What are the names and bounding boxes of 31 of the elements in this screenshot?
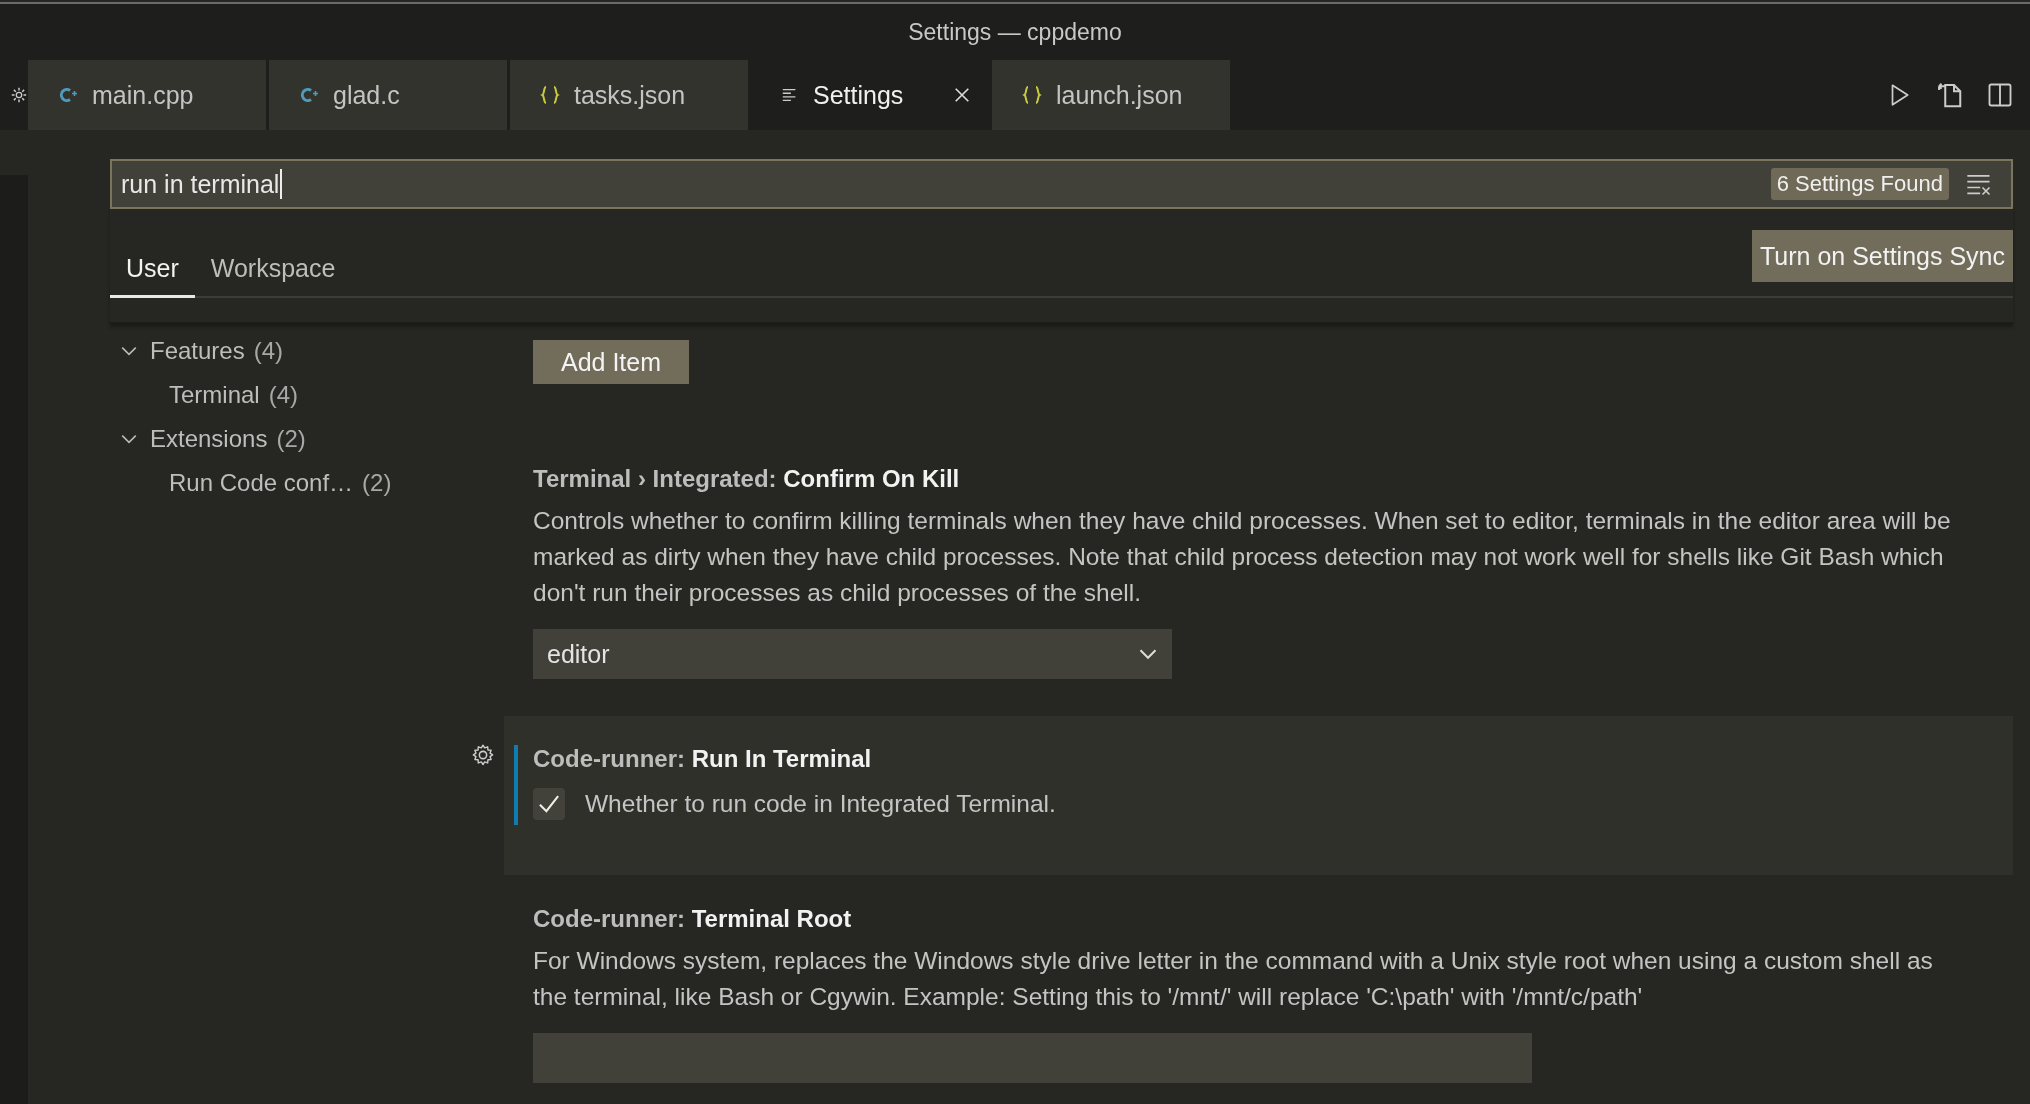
setting-description: Controls whether to confirm killing terminals when they have child processes. When set to editor, terminals in the editor area will be marked as dirty when they have child processes. Note that child process detection may not work well for shells like Git Bash which don't run their processes as child processes of the shell. <box>533 506 1952 608</box>
split-editor-icon[interactable] <box>1986 81 2014 109</box>
editor-tab[interactable]: main.cpp <box>28 60 266 130</box>
c-plus-plus-icon <box>58 85 78 105</box>
setting-title: Code-runner: Terminal Root <box>533 904 853 934</box>
add-item-button[interactable]: Add Item <box>533 340 690 384</box>
toc-item[interactable]: Run Code conf… (2) <box>110 461 504 505</box>
setting-description: Whether to run code in Integrated Terminal. <box>585 789 1056 819</box>
scope-tab[interactable]: Workspace <box>194 248 352 296</box>
result-count: 6 Settings Found <box>1770 168 1949 200</box>
close-icon[interactable] <box>953 86 971 104</box>
scope-tab[interactable]: User <box>110 248 195 298</box>
gear-icon[interactable] <box>470 742 496 768</box>
setting-title: Code-runner: Run In Terminal <box>533 744 873 774</box>
setting-description: For Windows system, replaces the Windows style drive letter in the command with a Unix style root when using a custom shell as the terminal, like Bash or Cgywin. Example: Setting this to '/mnt/' will replace 'C:\path' with '/mnt/c/path' <box>533 946 1934 1012</box>
c-plus-plus-icon <box>299 85 319 105</box>
braces-icon <box>1022 84 1042 106</box>
checkbox[interactable] <box>533 788 565 820</box>
editor-tab[interactable]: tasks.json <box>510 60 748 130</box>
search-field[interactable]: run in terminal 6 Settings Found <box>110 159 2013 209</box>
editor-tab[interactable]: launch.json <box>992 60 1230 130</box>
toc-item[interactable]: Terminal (4) <box>110 373 504 417</box>
toc-item[interactable]: Features (4) <box>110 329 504 373</box>
braces-icon <box>540 84 560 106</box>
setting-title: Terminal › Integrated: Confirm On Kill <box>533 464 961 494</box>
window-title: Settings — cppdemo <box>908 18 1122 46</box>
input-field[interactable] <box>533 1033 1532 1083</box>
settings-sync-button[interactable]: Turn on Settings Sync <box>1751 230 2013 282</box>
toc-item[interactable]: Extensions (2) <box>110 417 504 461</box>
editor-tab[interactable]: glad.c <box>269 60 507 130</box>
dropdown[interactable]: editor <box>533 629 1172 679</box>
